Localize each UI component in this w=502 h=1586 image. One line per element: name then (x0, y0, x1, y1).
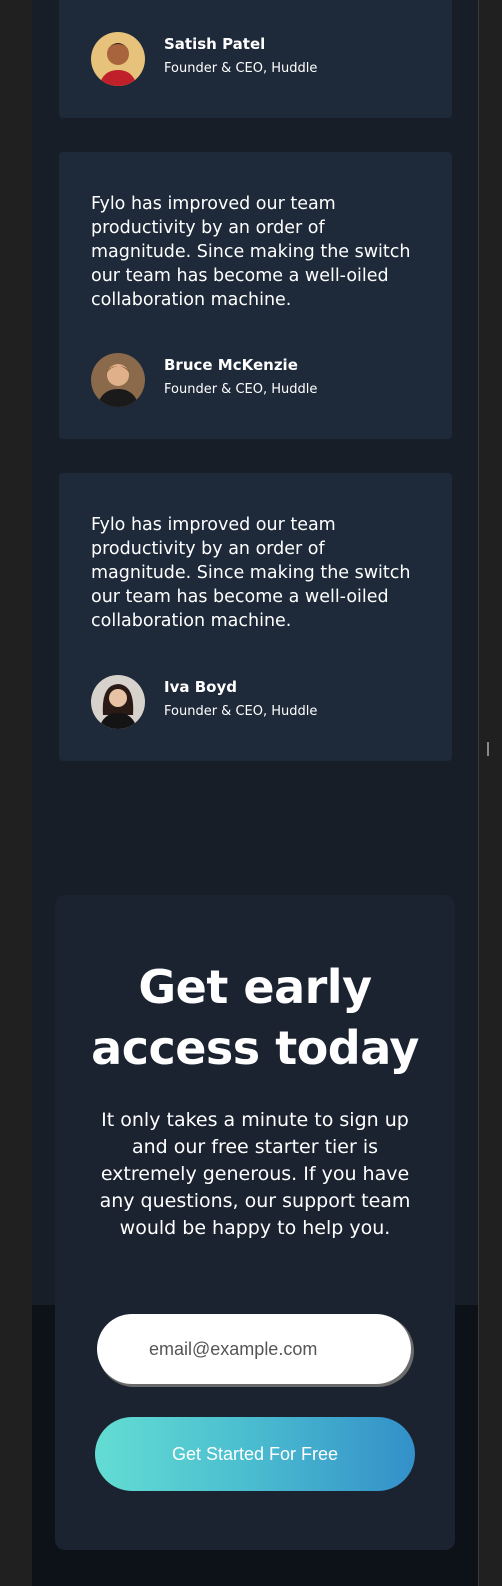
testimonial-card: Fylo has improved our team productivity … (59, 152, 452, 439)
author-name: Bruce McKenzie (164, 356, 298, 374)
avatar (91, 353, 145, 407)
author-name: Iva Boyd (164, 678, 237, 696)
page-viewport: Satish Patel Founder & CEO, Huddle Fylo … (32, 0, 478, 1586)
author-name: Satish Patel (164, 35, 266, 53)
testimonial-card: Fylo has improved our team productivity … (59, 473, 452, 761)
author-role: Founder & CEO, Huddle (164, 704, 318, 719)
avatar (91, 675, 145, 729)
scrollbar-grip-icon[interactable] (487, 742, 489, 756)
email-input[interactable] (97, 1314, 411, 1384)
cta-heading: Get early access today (91, 960, 419, 1075)
cta-description: It only takes a minute to sign up and ou… (99, 1109, 411, 1239)
testimonial-author: Iva Boyd Founder & CEO, Huddle (91, 675, 431, 731)
scrollbar[interactable] (478, 0, 502, 1586)
testimonial-quote: Fylo has improved our team productivity … (91, 515, 411, 631)
author-role: Founder & CEO, Huddle (164, 61, 318, 76)
author-role: Founder & CEO, Huddle (164, 382, 318, 397)
testimonial-author: Bruce McKenzie Founder & CEO, Huddle (91, 353, 431, 409)
testimonial-author: Satish Patel Founder & CEO, Huddle (91, 32, 431, 88)
testimonial-card: Satish Patel Founder & CEO, Huddle (59, 0, 452, 118)
testimonial-quote: Fylo has improved our team productivity … (91, 194, 411, 310)
early-access-section: Get early access today It only takes a m… (55, 895, 455, 1550)
get-started-button[interactable]: Get Started For Free (95, 1417, 415, 1491)
avatar (91, 32, 145, 86)
